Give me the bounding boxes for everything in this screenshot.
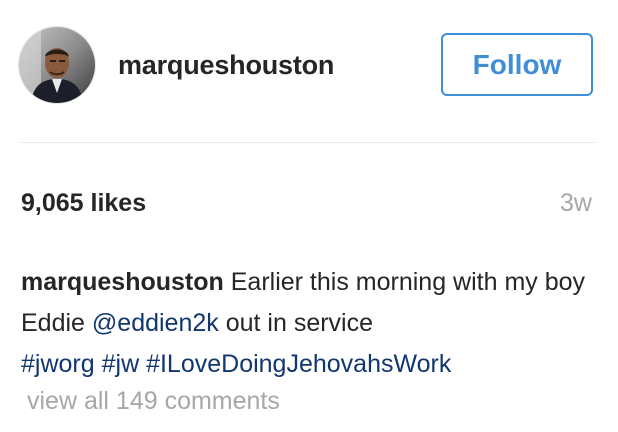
post-timestamp[interactable]: 3w: [560, 189, 592, 218]
hashtag-link[interactable]: #jw: [102, 350, 140, 378]
post-caption: marqueshouston Earlier this morning with…: [21, 262, 591, 385]
hashtag-link[interactable]: #jworg: [21, 350, 95, 378]
caption-text-continued: out in service: [225, 309, 374, 337]
caption-mention-link[interactable]: @eddien2k: [92, 309, 219, 337]
follow-button[interactable]: Follow: [441, 33, 593, 96]
likes-count[interactable]: 9,065 likes: [21, 189, 146, 218]
hashtag-link[interactable]: #ILoveDoingJehovahsWork: [146, 350, 451, 378]
view-all-comments-link[interactable]: view all 149 comments: [27, 387, 280, 416]
post-header: marqueshouston Follow: [0, 0, 618, 140]
divider: [20, 142, 595, 143]
avatar[interactable]: [18, 26, 96, 104]
profile-photo: [19, 27, 95, 103]
caption-username[interactable]: marqueshouston: [21, 268, 224, 296]
post-username[interactable]: marqueshouston: [118, 50, 334, 81]
